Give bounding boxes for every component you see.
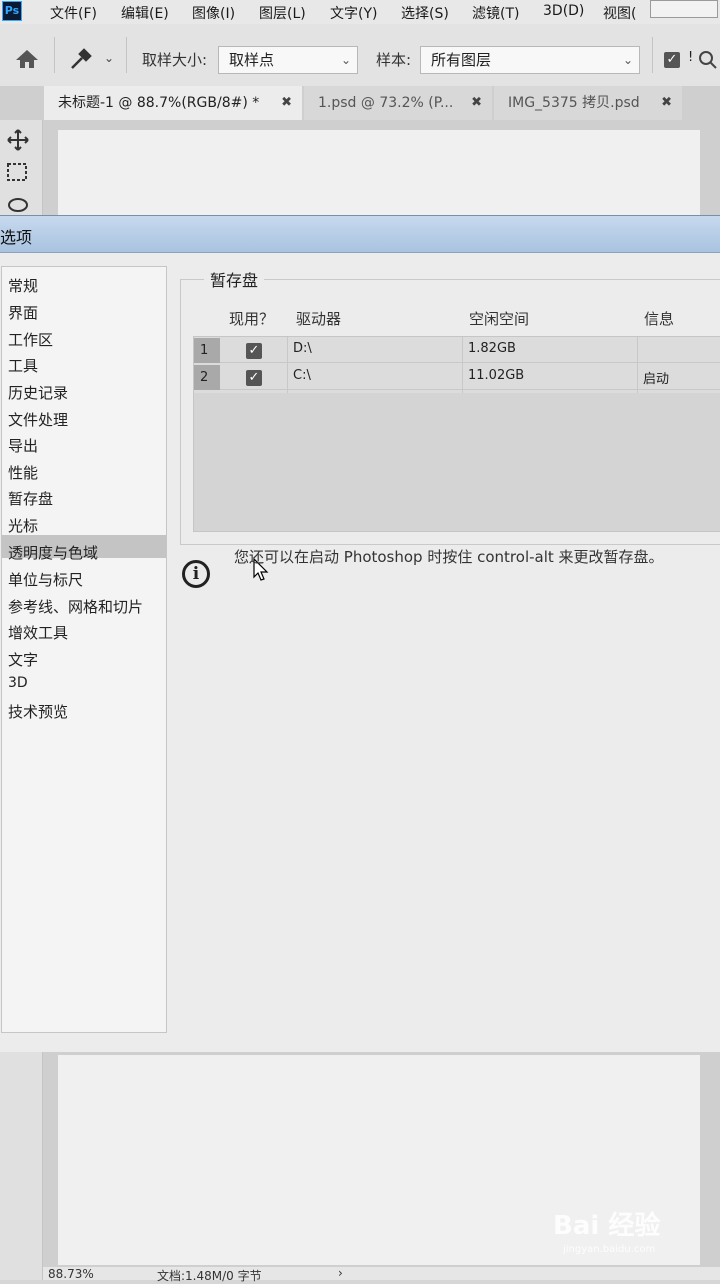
show-ring-checkbox[interactable]: ✓ <box>664 52 680 68</box>
sample-label: 样本: <box>376 51 412 69</box>
tools-panel <box>0 120 43 216</box>
sample-size-label: 取样大小: <box>142 51 208 69</box>
sidebar-item-workspace[interactable]: 工作区 <box>8 329 53 350</box>
photoshop-logo: Ps <box>2 1 22 21</box>
checkbox-label: ! <box>688 50 694 65</box>
sample-size-value: 取样点 <box>229 51 275 69</box>
preferences-dialog: 选项 常规 界面 工作区 工具 历史记录 文件处理 导出 性能 暂存盘 光标 透… <box>0 215 720 1055</box>
sidebar-item-cursors[interactable]: 光标 <box>8 515 38 536</box>
sidebar-item-transparency[interactable]: 透明度与色域 <box>8 542 98 563</box>
watermark-url: jingyan.baidu.com <box>563 1244 656 1255</box>
sample-size-dropdown[interactable]: 取样点 ⌄ <box>218 46 358 74</box>
menu-edit[interactable]: 编辑(E) <box>121 3 169 23</box>
sidebar-item-type[interactable]: 文字 <box>8 649 38 670</box>
status-bar: 88.73% 文档:1.48M/0 字节 › <box>43 1266 720 1283</box>
document-size: 文档:1.48M/0 字节 <box>157 1269 262 1283</box>
free-space-cell: 11.02GB <box>468 368 525 383</box>
chevron-down-icon: ⌄ <box>340 53 351 67</box>
tab-label: 未标题-1 @ 88.7%(RGB/8#) * <box>58 95 260 111</box>
info-cell: 启动 <box>643 372 670 387</box>
sidebar-item-history[interactable]: 历史记录 <box>8 382 68 403</box>
menu-select[interactable]: 选择(S) <box>401 3 449 23</box>
home-icon[interactable] <box>14 48 40 74</box>
close-icon[interactable]: ✖ <box>661 86 672 120</box>
tab-1-psd[interactable]: 1.psd @ 73.2% (P... ✖ <box>304 86 492 120</box>
close-icon[interactable]: ✖ <box>281 86 292 120</box>
sidebar-item-general[interactable]: 常规 <box>8 275 38 296</box>
move-tool-icon[interactable] <box>6 128 30 156</box>
drive-cell: C:\ <box>293 368 311 383</box>
sidebar-item-3d[interactable]: 3D <box>8 675 28 691</box>
baidu-watermark: Bai 经验 <box>553 1211 661 1241</box>
sidebar-item-tools[interactable]: 工具 <box>8 355 38 376</box>
sample-value: 所有图层 <box>431 51 492 69</box>
sidebar-item-plugins[interactable]: 增效工具 <box>8 622 68 643</box>
menu-filter[interactable]: 滤镜(T) <box>472 3 519 23</box>
menu-image[interactable]: 图像(I) <box>192 3 235 23</box>
marquee-tool-icon[interactable] <box>6 162 30 188</box>
canvas[interactable] <box>58 130 700 216</box>
hint-text: 您还可以在启动 Photoshop 时按住 control-alt 来更改暂存盘… <box>234 548 664 566</box>
sidebar-item-units-rulers[interactable]: 单位与标尺 <box>8 569 83 590</box>
chevron-down-icon: ⌄ <box>622 53 633 67</box>
sample-dropdown[interactable]: 所有图层 ⌄ <box>420 46 640 74</box>
tab-label: IMG_5375 拷贝.psd <box>508 95 640 111</box>
chevron-right-icon[interactable]: › <box>338 1266 343 1280</box>
active-checkbox[interactable]: ✓ <box>246 343 262 359</box>
sidebar-item-scratch-disks[interactable]: 暂存盘 <box>8 488 53 509</box>
menu-type[interactable]: 文字(Y) <box>330 3 377 23</box>
menu-view[interactable]: 视图( <box>603 3 636 23</box>
sidebar-item-interface[interactable]: 界面 <box>8 302 38 323</box>
group-title: 暂存盘 <box>204 267 265 291</box>
column-active: 现用？ <box>229 310 275 328</box>
eyedropper-icon[interactable] <box>68 46 94 76</box>
column-info: 信息 <box>644 310 675 328</box>
table-row[interactable]: 1 ✓ D:\ 1.82GB <box>194 337 720 363</box>
tab-label: 1.psd @ 73.2% (P... <box>318 95 454 111</box>
scratch-disks-table: 1 ✓ D:\ 1.82GB 2 ✓ C:\ 11.02GB 启动 <box>193 336 720 532</box>
sidebar-item-guides-grid[interactable]: 参考线、网格和切片 <box>8 596 143 617</box>
active-checkbox[interactable]: ✓ <box>246 370 262 386</box>
dialog-title: 选项 <box>0 228 33 247</box>
options-bar: ⌄ 取样大小: 取样点 ⌄ 样本: 所有图层 ⌄ ✓ ! <box>0 24 720 87</box>
sidebar-item-export[interactable]: 导出 <box>8 435 38 456</box>
menu-layer[interactable]: 图层(L) <box>259 3 306 23</box>
chevron-down-icon[interactable]: ⌄ <box>104 51 114 65</box>
column-drive: 驱动器 <box>296 310 342 328</box>
close-icon[interactable]: ✖ <box>471 86 482 120</box>
column-free-space: 空闲空间 <box>469 310 530 328</box>
menu-file[interactable]: 文件(F) <box>50 3 97 23</box>
table-row[interactable]: 2 ✓ C:\ 11.02GB 启动 <box>194 364 720 390</box>
tab-untitled-1[interactable]: 未标题-1 @ 88.7%(RGB/8#) * ✖ <box>44 86 302 120</box>
info-icon: i <box>182 560 210 588</box>
drive-cell: D:\ <box>293 341 312 356</box>
zoom-level[interactable]: 88.73% <box>48 1267 94 1281</box>
sidebar-item-performance[interactable]: 性能 <box>8 462 38 483</box>
preferences-sidebar: 常规 界面 工作区 工具 历史记录 文件处理 导出 性能 暂存盘 光标 透明度与… <box>1 266 167 1033</box>
menu-bar: Ps 文件(F) 编辑(E) 图像(I) 图层(L) 文字(Y) 选择(S) 滤… <box>0 0 720 25</box>
search-icon[interactable] <box>698 50 718 74</box>
row-number: 1 <box>194 338 220 363</box>
row-number: 2 <box>194 365 220 390</box>
free-space-cell: 1.82GB <box>468 341 516 356</box>
sidebar-item-tech-preview[interactable]: 技术预览 <box>8 701 68 722</box>
menu-3d[interactable]: 3D(D) <box>543 3 584 19</box>
sidebar-item-file-handling[interactable]: 文件处理 <box>8 409 68 430</box>
window-controls[interactable] <box>650 0 718 18</box>
tools-panel-bottom <box>0 1052 43 1280</box>
dialog-titlebar[interactable]: 选项 <box>0 216 720 253</box>
tab-img-5375[interactable]: IMG_5375 拷贝.psd ✖ <box>494 86 682 120</box>
